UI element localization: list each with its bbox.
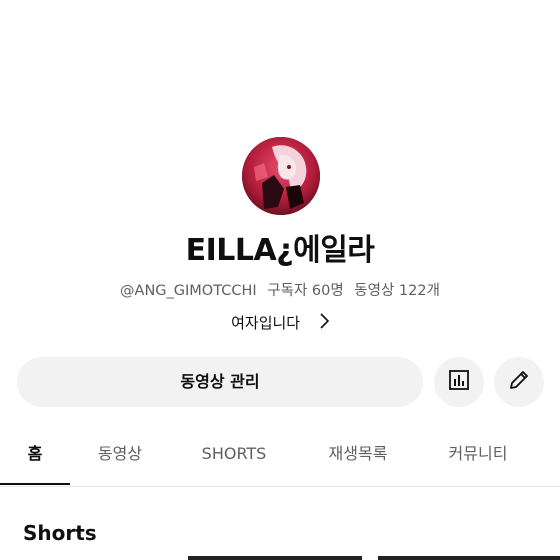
- shorts-thumbnail[interactable]: [378, 556, 560, 560]
- tab-videos[interactable]: 동영상: [80, 430, 160, 484]
- bar-chart-icon: [447, 368, 471, 396]
- pencil-icon: [507, 368, 531, 396]
- edit-channel-button[interactable]: [494, 357, 544, 407]
- channel-meta: @ANG_GIMOTCCHI 구독자 60명 동영상 122개: [0, 281, 560, 301]
- active-tab-indicator: [0, 483, 70, 485]
- tab-playlists[interactable]: 재생목록: [308, 430, 408, 484]
- tab-home[interactable]: 홈: [0, 430, 70, 484]
- channel-description: 여자입니다: [231, 314, 301, 332]
- tab-shorts[interactable]: SHORTS: [184, 430, 284, 484]
- subscriber-count: 구독자 60명: [267, 283, 344, 299]
- channel-handle: @ANG_GIMOTCCHI: [120, 283, 257, 299]
- chevron-right-icon: [319, 312, 330, 335]
- avatar-image: [242, 137, 320, 215]
- shorts-section-title: Shorts: [23, 521, 97, 545]
- tab-community[interactable]: 커뮤니티: [428, 430, 528, 484]
- video-count: 동영상 122개: [354, 283, 440, 299]
- channel-description-link[interactable]: 여자입니다: [0, 312, 560, 335]
- shorts-thumbnail[interactable]: [188, 556, 362, 560]
- channel-tabs: 홈 동영상 SHORTS 재생목록 커뮤니티: [0, 430, 560, 487]
- manage-videos-button[interactable]: 동영상 관리: [17, 357, 423, 407]
- channel-avatar[interactable]: [242, 137, 320, 215]
- channel-name: EILLA¿에일라: [185, 233, 375, 268]
- analytics-button[interactable]: [434, 357, 484, 407]
